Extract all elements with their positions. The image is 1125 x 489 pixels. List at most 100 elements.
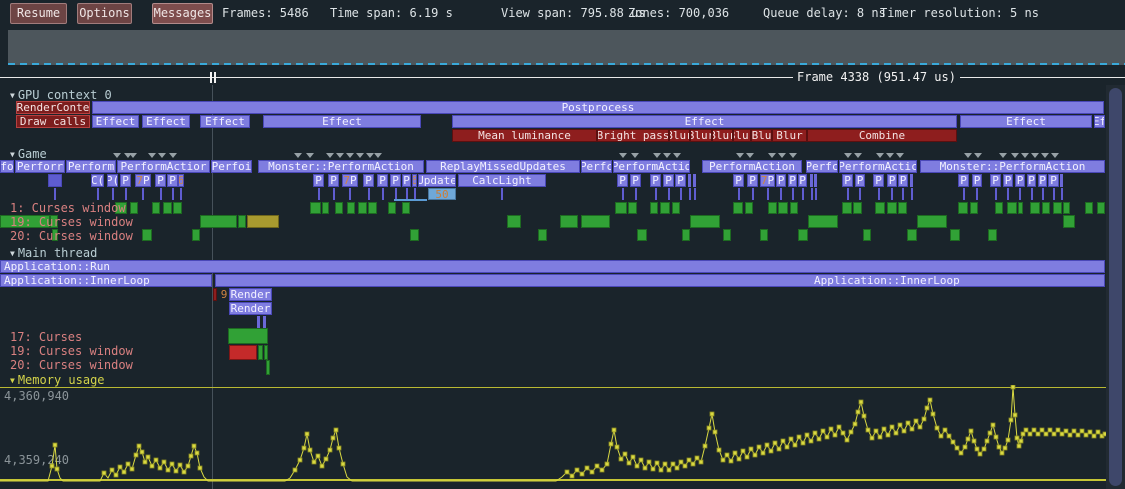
message-marker-icon[interactable]: [148, 153, 156, 158]
zone[interactable]: 6: [412, 174, 417, 187]
zone-application-run[interactable]: Application::Run: [0, 260, 1105, 273]
zone-p[interactable]: P: [377, 174, 388, 187]
zone-p[interactable]: P: [842, 174, 853, 187]
zone-p[interactable]: P: [972, 174, 982, 187]
zone-p[interactable]: P: [798, 174, 807, 187]
zone-p[interactable]: P: [650, 174, 661, 187]
zone-perform[interactable]: Perform: [66, 160, 116, 173]
zone[interactable]: [690, 215, 720, 228]
message-marker-icon[interactable]: [374, 153, 382, 158]
zone[interactable]: [368, 202, 377, 214]
zone[interactable]: [1053, 202, 1062, 214]
zone-combine[interactable]: Combine: [807, 129, 957, 142]
zone[interactable]: [402, 202, 410, 214]
zone-application-innerloop[interactable]: Application::InnerLoop: [215, 274, 1105, 287]
zone-blur[interactable]: Blur: [733, 129, 751, 142]
zone[interactable]: [853, 202, 862, 214]
zone-perfc[interactable]: Perfc: [581, 160, 612, 173]
message-marker-icon[interactable]: [366, 153, 374, 158]
zone[interactable]: [887, 202, 897, 214]
zone-application-innerloop[interactable]: Application::InnerLoop: [0, 274, 212, 287]
zone-p[interactable]: P: [630, 174, 641, 187]
zone-effect[interactable]: Effect: [960, 115, 1092, 128]
message-marker-icon[interactable]: [169, 153, 177, 158]
message-marker-icon[interactable]: [768, 153, 776, 158]
message-marker-icon[interactable]: [631, 153, 639, 158]
zone[interactable]: [310, 202, 321, 214]
zone-9[interactable]: 9: [219, 288, 229, 301]
zone[interactable]: [152, 202, 160, 214]
message-marker-icon[interactable]: [886, 153, 894, 158]
zone[interactable]: [130, 202, 138, 214]
zone-effect[interactable]: Effect: [92, 115, 139, 128]
zone[interactable]: [988, 229, 997, 241]
zone[interactable]: [970, 202, 978, 214]
message-marker-icon[interactable]: [1011, 153, 1019, 158]
zone[interactable]: [192, 229, 200, 241]
zone-renderconte[interactable]: RenderConte: [16, 101, 90, 114]
zone[interactable]: [258, 345, 263, 360]
zone[interactable]: [778, 202, 788, 214]
zone[interactable]: [688, 174, 691, 187]
message-marker-icon[interactable]: [619, 153, 627, 158]
message-marker-icon[interactable]: [964, 153, 972, 158]
zone[interactable]: [581, 215, 610, 228]
zone-p[interactable]: P: [788, 174, 797, 187]
zone[interactable]: [723, 229, 731, 241]
message-marker-icon[interactable]: [746, 153, 754, 158]
zone[interactable]: [347, 202, 355, 214]
zone[interactable]: [898, 202, 907, 214]
zone-p[interactable]: P: [747, 174, 758, 187]
zone[interactable]: [1063, 202, 1070, 214]
message-marker-icon[interactable]: [113, 153, 121, 158]
message-marker-icon[interactable]: [974, 153, 982, 158]
zone-fo[interactable]: fo: [0, 160, 14, 173]
zone[interactable]: [173, 202, 182, 214]
zone[interactable]: [745, 202, 753, 214]
message-marker-icon[interactable]: [306, 153, 314, 158]
zone-p[interactable]: P: [313, 174, 324, 187]
zone[interactable]: [1097, 202, 1105, 214]
zone-p[interactable]: P: [120, 174, 131, 187]
message-marker-icon[interactable]: [1041, 153, 1049, 158]
collapse-triangle-icon[interactable]: ▼: [10, 376, 15, 385]
collapse-triangle-icon[interactable]: ▼: [10, 150, 15, 159]
zone[interactable]: [790, 202, 798, 214]
zone[interactable]: 6: [178, 174, 184, 187]
zone[interactable]: [693, 174, 696, 187]
zone[interactable]: [358, 202, 367, 214]
zone-p[interactable]: P: [675, 174, 686, 187]
zone[interactable]: [760, 229, 768, 241]
zone-p[interactable]: P: [776, 174, 786, 187]
zone[interactable]: [1042, 202, 1050, 214]
zone[interactable]: [660, 202, 670, 214]
zone[interactable]: [863, 229, 871, 241]
zone-p[interactable]: 7P: [135, 174, 151, 187]
zone[interactable]: [650, 202, 658, 214]
message-marker-icon[interactable]: [673, 153, 681, 158]
zone-p[interactable]: P: [898, 174, 908, 187]
message-marker-icon[interactable]: [663, 153, 671, 158]
collapse-triangle-icon[interactable]: ▼: [10, 91, 15, 100]
message-marker-icon[interactable]: [653, 153, 661, 158]
zone[interactable]: [229, 345, 257, 360]
zone[interactable]: [1063, 215, 1075, 228]
zone[interactable]: [875, 202, 885, 214]
message-marker-icon[interactable]: [854, 153, 862, 158]
zone-p[interactable]: 7P: [760, 174, 775, 187]
scrollbar-thumb[interactable]: [1109, 88, 1122, 486]
zone-effect[interactable]: Effect: [200, 115, 250, 128]
zone-calclight[interactable]: CalcLight: [458, 174, 546, 187]
message-marker-icon[interactable]: [778, 153, 786, 158]
zone[interactable]: [247, 215, 279, 228]
zone[interactable]: [322, 202, 329, 214]
zone[interactable]: [615, 202, 627, 214]
zone-p[interactable]: P: [390, 174, 401, 187]
zone-perfc[interactable]: Perfc: [806, 160, 838, 173]
message-marker-icon[interactable]: [158, 153, 166, 158]
zone[interactable]: [672, 202, 680, 214]
zone[interactable]: [682, 229, 690, 241]
zone-p[interactable]: P: [155, 174, 166, 187]
zone[interactable]: [907, 229, 917, 241]
message-marker-icon[interactable]: [1021, 153, 1029, 158]
